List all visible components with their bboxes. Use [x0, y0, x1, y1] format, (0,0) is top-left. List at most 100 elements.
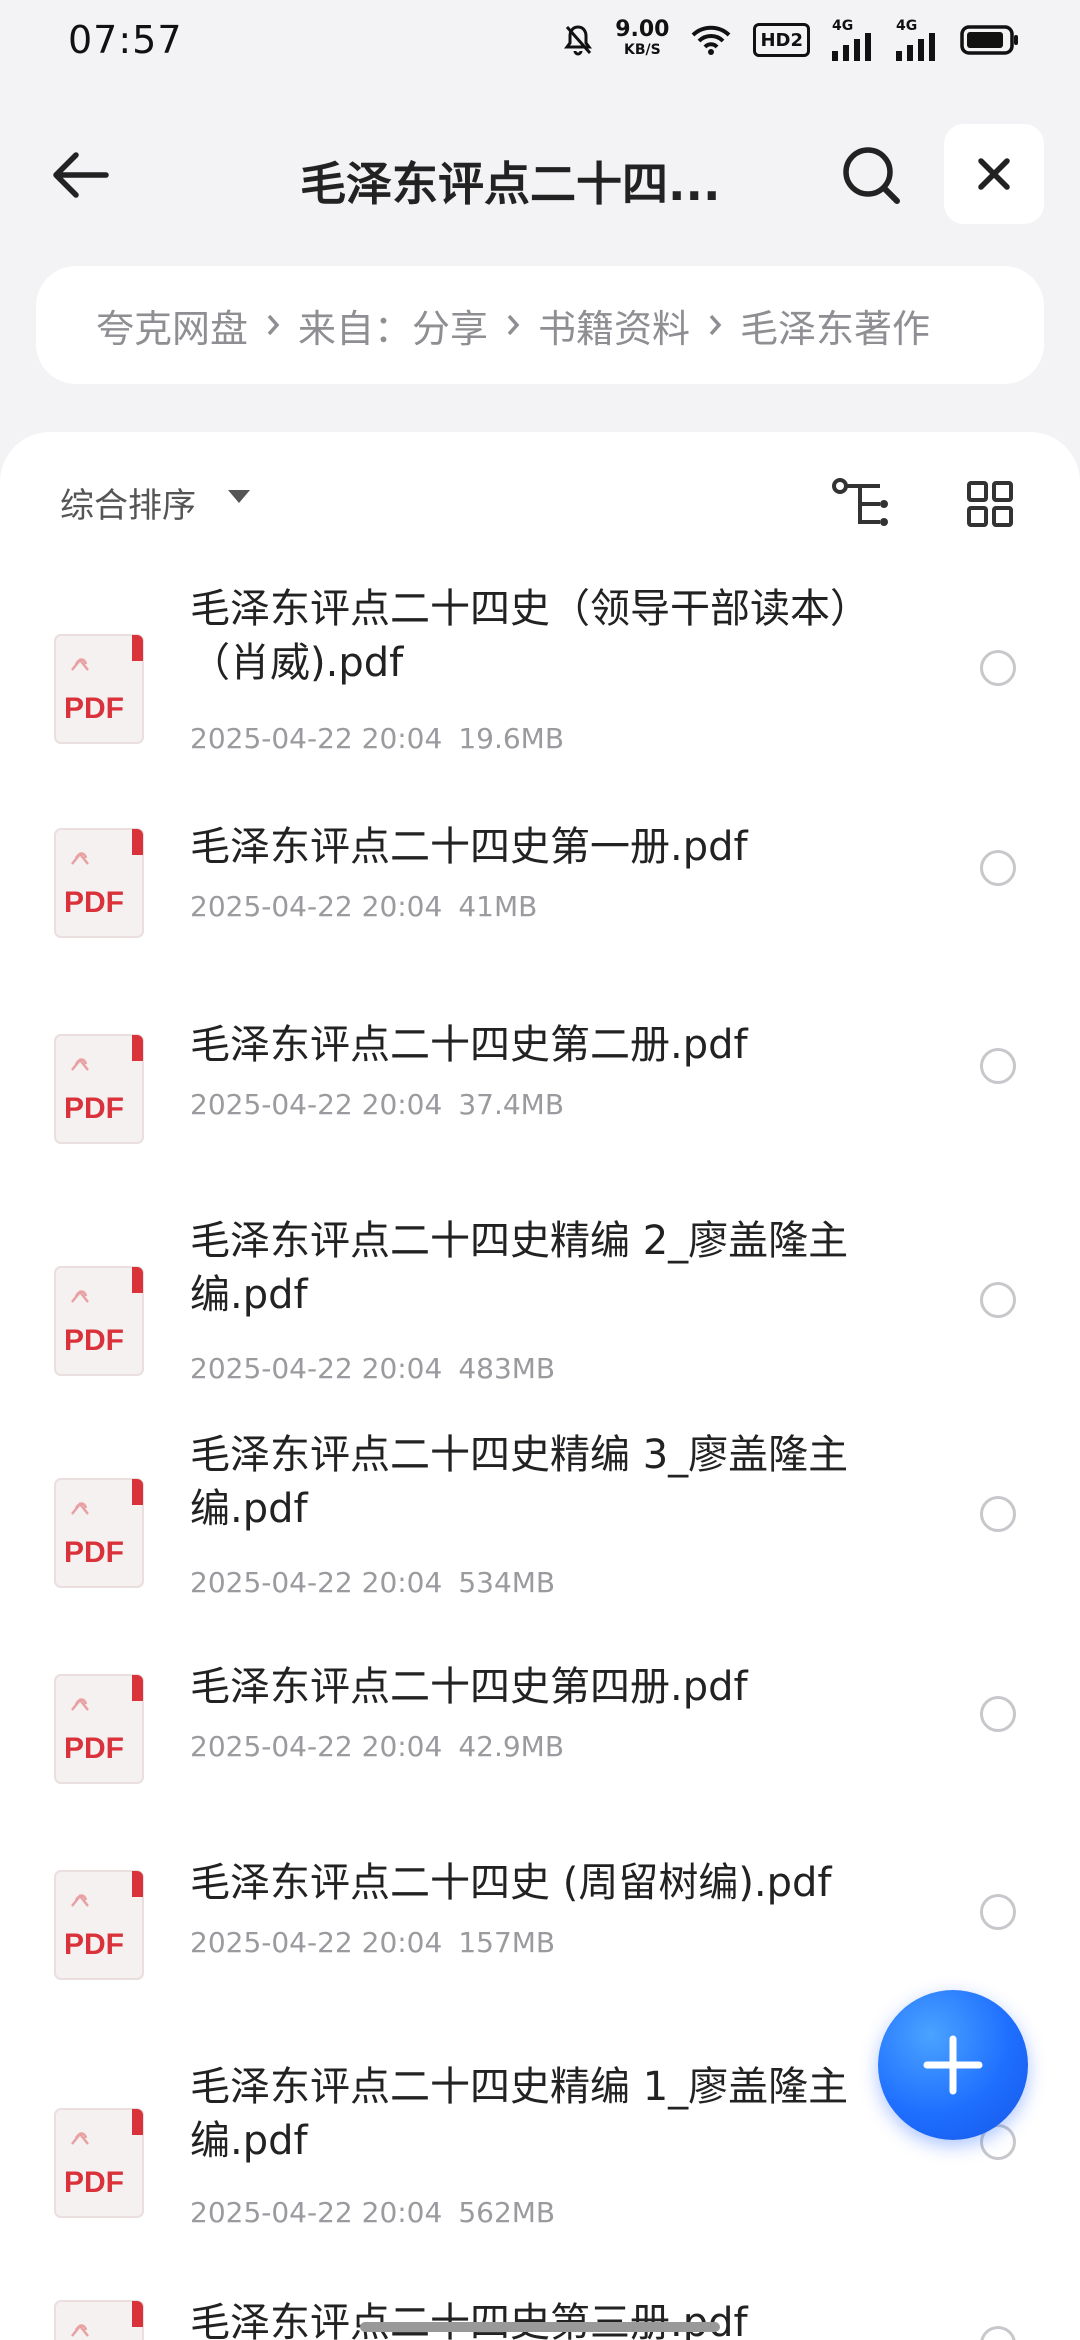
pdf-file-label: PDF [64, 1092, 124, 1125]
file-meta: 2025-04-22 20:04 41MB [190, 890, 537, 923]
file-name: 毛泽东评点二十四史第四册.pdf [190, 1664, 748, 1710]
file-row[interactable]: PDF 毛泽东评点二十四史精编 2_廖盖隆主编.pdf 2025-04-22 20:… [0, 1194, 1080, 1418]
file-size: 157MB [458, 1926, 556, 1959]
folder-tree-icon [832, 478, 888, 526]
pdf-file-icon: PDF [54, 1478, 144, 1588]
file-name: 毛泽东评点二十四史第二册.pdf [190, 1022, 748, 1068]
back-button[interactable] [45, 140, 115, 210]
file-size: 41MB [458, 890, 538, 923]
file-name: 毛泽东评点二十四史（领导干部读本）（肖威).pdf [190, 586, 870, 686]
home-indicator [360, 2322, 720, 2332]
file-name: 毛泽东评点二十四史精编 3_廖盖隆主编.pdf [190, 1432, 849, 1532]
file-meta: 2025-04-22 20:04 562MB [190, 2196, 555, 2229]
pdf-file-label: PDF [64, 886, 124, 919]
pdf-file-icon: PDF [54, 1266, 144, 1376]
file-name: 毛泽东评点二十四史精编 1_廖盖隆主编.pdf [190, 2064, 849, 2164]
pdf-file-label: PDF [64, 2166, 124, 2199]
file-row[interactable]: PDF 毛泽东评点二十四史第二册.pdf 2025-04-22 20:04 37.4M… [0, 982, 1080, 1194]
pdf-file-icon: PDF [54, 1674, 144, 1784]
file-date: 2025-04-22 20:04 [190, 1926, 443, 1959]
folder-tree-button[interactable] [830, 472, 894, 536]
add-button[interactable] [878, 1990, 1028, 2140]
hd-badge: HD2 [753, 23, 810, 57]
sim1-label: 4G [832, 18, 854, 34]
file-date: 2025-04-22 20:04 [190, 1352, 443, 1385]
breadcrumb: 夸克网盘 来自：分享 书籍资料 毛泽东著作 [36, 266, 1044, 384]
file-name: 毛泽东评点二十四史第一册.pdf [190, 824, 748, 870]
file-name: 毛泽东评点二十四史精编 2_廖盖隆主编.pdf [190, 1218, 849, 1318]
file-meta: 2025-04-22 20:04 37.4MB [190, 1088, 564, 1121]
signal-icon-2: 4G [896, 19, 938, 61]
status-time: 07:57 [68, 18, 183, 62]
file-date: 2025-04-22 20:04 [190, 1730, 443, 1763]
file-meta: 2025-04-22 20:04 483MB [190, 1352, 555, 1385]
file-row[interactable]: PDF 毛泽东评点二十四史（领导干部读本）（肖威).pdf 2025-04-22 2… [0, 572, 1080, 784]
select-checkbox[interactable] [980, 1048, 1016, 1084]
breadcrumb-item-share[interactable]: 来自：分享 [298, 298, 488, 353]
select-checkbox[interactable] [980, 1496, 1016, 1532]
grid-view-icon [967, 481, 1013, 527]
header: 毛泽东评点二十四... [0, 120, 1080, 230]
close-button[interactable] [944, 124, 1044, 224]
file-row[interactable]: PDF 毛泽东评点二十四史第四册.pdf 2025-04-22 20:04 42.9M… [0, 1630, 1080, 1828]
file-date: 2025-04-22 20:04 [190, 890, 443, 923]
pdf-file-icon: PDF [54, 1034, 144, 1144]
file-row[interactable]: PDF 毛泽东评点二十四史精编 3_廖盖隆主编.pdf 2025-04-22 20:… [0, 1418, 1080, 1630]
sort-toolbar: 综合排序 [0, 432, 1080, 572]
network-speed: 9.00 KB/S [615, 19, 669, 59]
file-meta: 2025-04-22 20:04 19.6MB [190, 722, 564, 755]
breadcrumb-item-root[interactable]: 夸克网盘 [96, 298, 248, 353]
sim2-label: 4G [896, 18, 918, 34]
pdf-file-icon: PDF [54, 634, 144, 744]
signal-icon: 4G [832, 19, 874, 61]
pdf-file-icon: PDF [54, 2108, 144, 2218]
search-icon [843, 147, 900, 204]
plus-icon [923, 2035, 983, 2095]
file-size: 37.4MB [458, 1088, 565, 1121]
pdf-file-label: PDF [64, 1536, 124, 1569]
file-row[interactable]: PDF 毛泽东评点二十四史第一册.pdf 2025-04-22 20:04 41MB [0, 784, 1080, 982]
status-icons: 9.00 KB/S HD2 4G 4G [563, 18, 1020, 62]
page-title: 毛泽东评点二十四... [300, 157, 721, 211]
pdf-file-icon: PDF [54, 1870, 144, 1980]
net-speed-value: 9.00 [615, 17, 670, 42]
select-checkbox[interactable] [980, 650, 1016, 686]
file-name: 毛泽东评点二十四史第三册.pdf [190, 2300, 748, 2340]
pdf-file-label: PDF [64, 692, 124, 725]
chevron-right-icon [266, 313, 280, 337]
pdf-file-icon: PDF [54, 2300, 144, 2340]
file-meta: 2025-04-22 20:04 534MB [190, 1566, 555, 1599]
grid-view-button[interactable] [958, 472, 1022, 536]
select-checkbox[interactable] [980, 1696, 1016, 1732]
file-size: 562MB [458, 2196, 556, 2229]
file-size: 19.6MB [458, 722, 565, 755]
file-date: 2025-04-22 20:04 [190, 1566, 443, 1599]
mute-bell-icon [563, 23, 593, 57]
file-date: 2025-04-22 20:04 [190, 1088, 443, 1121]
pdf-file-icon: PDF [54, 828, 144, 938]
file-date: 2025-04-22 20:04 [190, 2196, 443, 2229]
breadcrumb-item-books[interactable]: 书籍资料 [538, 298, 690, 353]
select-checkbox[interactable] [980, 1282, 1016, 1318]
select-checkbox[interactable] [980, 1894, 1016, 1930]
select-checkbox[interactable] [980, 2326, 1016, 2340]
arrow-left-icon [53, 152, 109, 198]
file-size: 534MB [458, 1566, 556, 1599]
pdf-file-label: PDF [64, 1928, 124, 1961]
battery-icon [960, 24, 1020, 56]
wifi-icon [691, 24, 731, 56]
file-meta: 2025-04-22 20:04 42.9MB [190, 1730, 564, 1763]
pdf-file-label: PDF [64, 1324, 124, 1357]
breadcrumb-item-current[interactable]: 毛泽东著作 [740, 298, 930, 353]
chevron-right-icon [708, 313, 722, 337]
file-size: 42.9MB [458, 1730, 565, 1763]
file-name: 毛泽东评点二十四史 (周留树编).pdf [190, 1860, 832, 1906]
net-speed-unit: KB/S [623, 42, 661, 58]
file-meta: 2025-04-22 20:04 157MB [190, 1926, 555, 1959]
chevron-right-icon [506, 313, 520, 337]
sort-label: 综合排序 [60, 486, 196, 526]
select-checkbox[interactable] [980, 850, 1016, 886]
search-button[interactable] [836, 140, 908, 212]
close-icon [978, 158, 1010, 190]
pdf-file-label: PDF [64, 1732, 124, 1765]
